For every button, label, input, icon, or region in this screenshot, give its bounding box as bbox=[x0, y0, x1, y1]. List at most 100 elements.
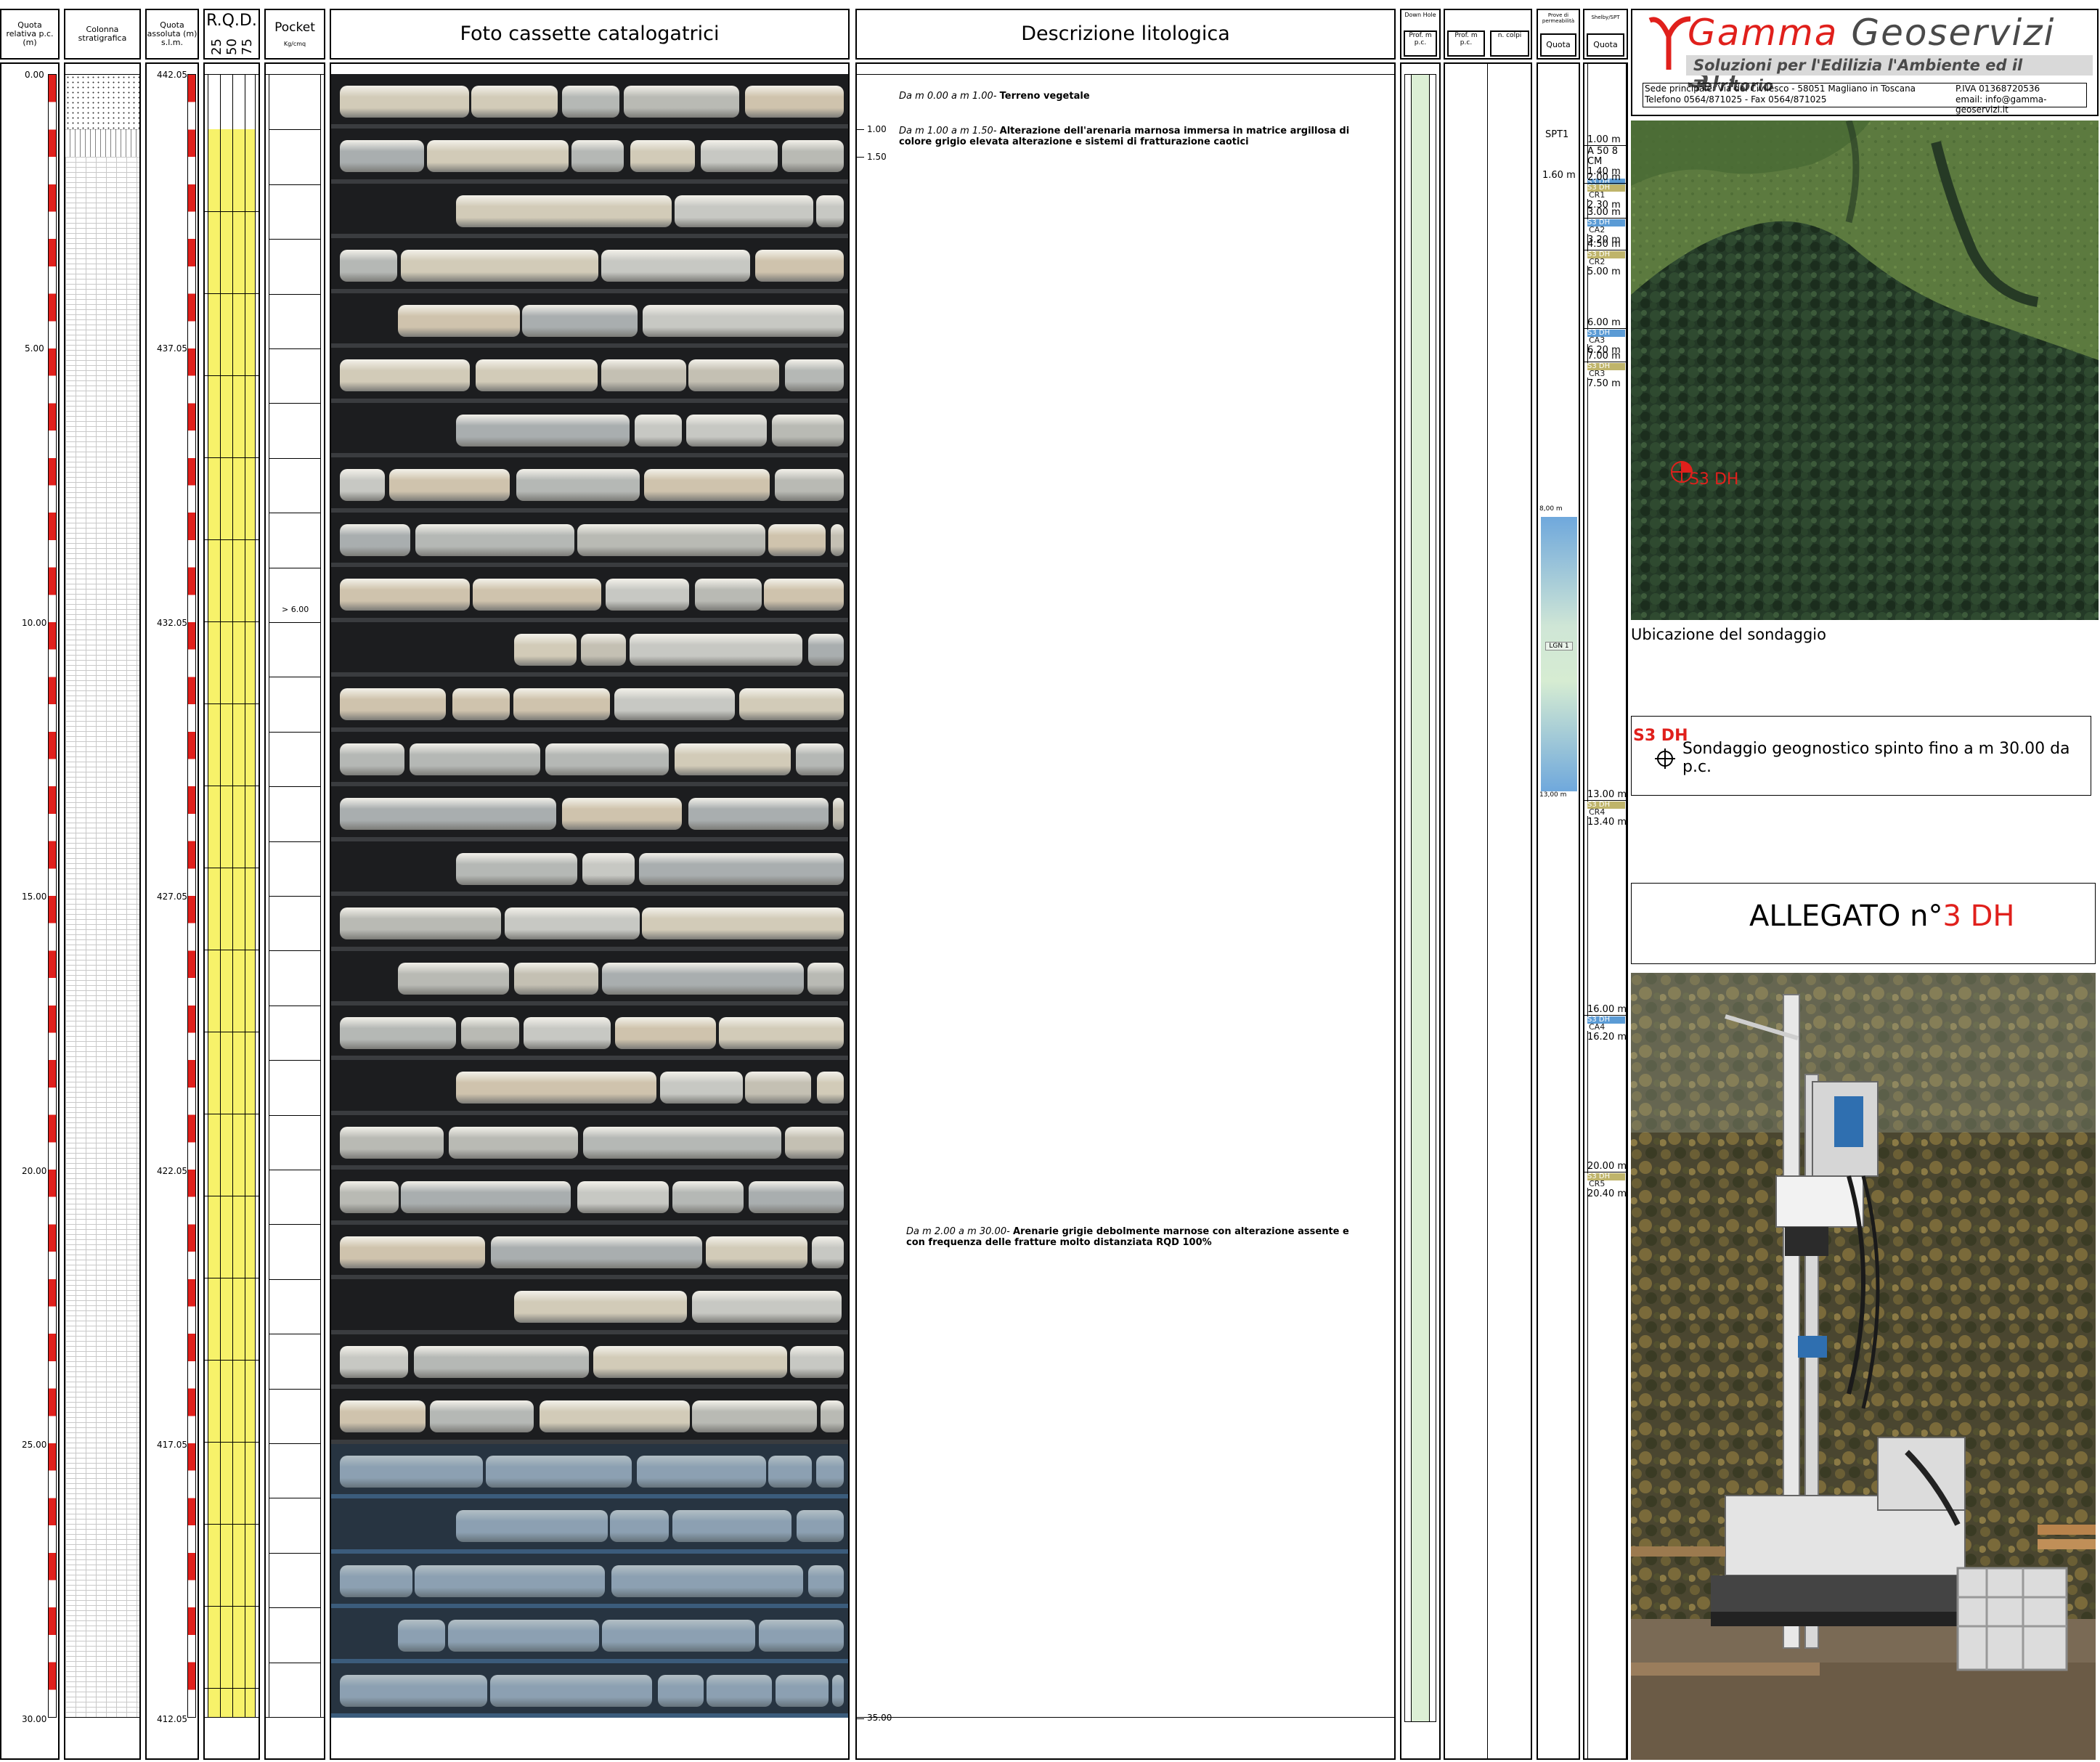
depth-mark: 35.00 bbox=[867, 1713, 892, 1723]
core-segment bbox=[602, 962, 804, 995]
core-segment bbox=[614, 688, 735, 721]
sample-top: 13.00 m bbox=[1587, 789, 1627, 800]
company-phone: Telefono 0564/871025 - Fax 0564/871025 bbox=[1645, 94, 1827, 105]
allegato-title: ALLEGATO n°3 DH bbox=[1749, 900, 2015, 933]
core-segment bbox=[691, 1291, 842, 1323]
sample-top: 16.00 m bbox=[1587, 1004, 1627, 1015]
description-item: Da m 0.00 a m 1.00- Terreno vegetale bbox=[899, 91, 1364, 102]
description-item: Da m 1.00 a m 1.50- Alterazione dell'are… bbox=[899, 126, 1364, 147]
core-segment bbox=[685, 414, 768, 446]
header-n-colpi: n. colpi bbox=[1490, 30, 1529, 57]
pocket-grid-line bbox=[269, 239, 321, 240]
depth-mark: 1.50 bbox=[867, 152, 887, 162]
sample-band: S3 DH CR3 bbox=[1587, 363, 1625, 378]
abs-scale-bar bbox=[187, 74, 196, 1718]
pocket-grid-line bbox=[269, 786, 321, 788]
map-marker-label: S3 DH bbox=[1689, 470, 1739, 489]
pocket-grid-line bbox=[269, 1114, 321, 1116]
core-row bbox=[335, 518, 844, 562]
core-segment bbox=[456, 1072, 657, 1104]
pocket-frame: > 6.00 bbox=[266, 74, 324, 1718]
core-segment bbox=[785, 1126, 844, 1159]
core-row bbox=[335, 244, 844, 287]
core-row bbox=[335, 1066, 844, 1109]
sample-bottom: 5.00 m bbox=[1587, 266, 1621, 277]
legend-code: S3 DH bbox=[1633, 727, 1688, 745]
sample-band: S3 DH CA4 bbox=[1587, 1016, 1625, 1031]
core-segment bbox=[816, 1072, 844, 1104]
core-segment bbox=[340, 469, 385, 502]
core-segment bbox=[452, 688, 510, 721]
core-segment bbox=[456, 852, 577, 885]
perm-test-bar: LGN 1 bbox=[1541, 517, 1577, 791]
pocket-grid-line bbox=[269, 293, 321, 295]
pocket-grid-line bbox=[269, 1224, 321, 1225]
core-segment bbox=[340, 359, 470, 392]
allegato-number: 3 DH bbox=[1942, 900, 2015, 933]
core-segment bbox=[401, 1181, 571, 1214]
rqd-ticks: 25 50 75 bbox=[209, 30, 255, 55]
core-segment bbox=[630, 140, 695, 173]
abs-label: 427.05 bbox=[157, 892, 187, 902]
pocket-grid-line bbox=[269, 184, 321, 185]
core-segment bbox=[601, 359, 686, 392]
core-row bbox=[335, 738, 844, 781]
rqd-grid-line bbox=[205, 293, 259, 294]
core-segment bbox=[688, 359, 780, 392]
sample-bottom: 20.40 m bbox=[1587, 1188, 1627, 1199]
depth-scale-bar bbox=[48, 74, 57, 1718]
core-segment bbox=[580, 633, 626, 666]
rqd-grid-line bbox=[205, 1524, 259, 1525]
strat-frame bbox=[65, 74, 139, 1718]
core-segment bbox=[749, 1181, 844, 1214]
core-segment bbox=[409, 743, 540, 775]
core-segment bbox=[644, 469, 770, 502]
strat-layer-vegetale bbox=[65, 75, 139, 130]
core-segment bbox=[340, 743, 404, 775]
rqd-grid-line bbox=[205, 457, 259, 458]
header-colonna: Colonna stratigrafica bbox=[64, 9, 141, 60]
core-segment bbox=[745, 1072, 811, 1104]
sample-top: 7.00 m bbox=[1587, 351, 1621, 362]
core-segment bbox=[634, 414, 683, 446]
core-segment bbox=[605, 579, 689, 611]
core-segment bbox=[340, 1345, 408, 1378]
down-hole-bar bbox=[1411, 75, 1430, 1721]
core-segment bbox=[764, 579, 844, 611]
core-segment bbox=[705, 1236, 808, 1268]
core-segment bbox=[340, 1400, 426, 1433]
core-row bbox=[335, 902, 844, 945]
depth-mark: 1.00 bbox=[867, 124, 887, 134]
company-contacts: Sede principale: Via del Civilesco - 580… bbox=[1643, 83, 2087, 115]
core-segment bbox=[789, 1345, 844, 1378]
header-text: Quota bbox=[1546, 40, 1571, 49]
map-caption: Ubicazione del sondaggio bbox=[1631, 626, 1826, 643]
header-quota-relativa: Quota relativa p.c. (m) bbox=[0, 9, 60, 60]
core-row bbox=[335, 792, 844, 836]
permeability-column: SPT1 1.60 m 8,00 m LGN 1 13,00 m bbox=[1537, 62, 1580, 1760]
core-box-photo bbox=[331, 74, 848, 1718]
core-row bbox=[335, 573, 844, 616]
core-segment bbox=[340, 1236, 486, 1268]
core-segment bbox=[832, 798, 844, 831]
pocket-grid-line bbox=[269, 1388, 321, 1390]
core-segment bbox=[516, 469, 640, 502]
core-segment bbox=[643, 304, 844, 337]
abs-label: 422.05 bbox=[157, 1166, 187, 1176]
company-email: email: info@gamma-geoservizi.it bbox=[1955, 94, 2047, 115]
core-row bbox=[335, 299, 844, 343]
core-segment bbox=[340, 1016, 457, 1049]
core-row bbox=[335, 134, 844, 178]
header-prof1: Prof. m p.c. bbox=[1404, 30, 1437, 57]
description-prefix: Da m 0.00 a m 1.00- bbox=[899, 91, 997, 102]
core-segment bbox=[427, 140, 569, 173]
sample-tag: CR1 bbox=[1587, 191, 1625, 199]
core-segment bbox=[400, 250, 598, 282]
core-segment bbox=[340, 523, 411, 556]
samples-column: 1.00 mA 50 8 CM1.40 mS3 DHCA12.00 mS3 DH… bbox=[1583, 62, 1628, 1760]
sample-top: 2.00 m bbox=[1587, 172, 1621, 183]
core-segment bbox=[389, 469, 510, 502]
core-row bbox=[335, 1395, 844, 1438]
core-segment bbox=[514, 633, 577, 666]
header-text: Foto cassette catalogatrici bbox=[460, 23, 720, 45]
